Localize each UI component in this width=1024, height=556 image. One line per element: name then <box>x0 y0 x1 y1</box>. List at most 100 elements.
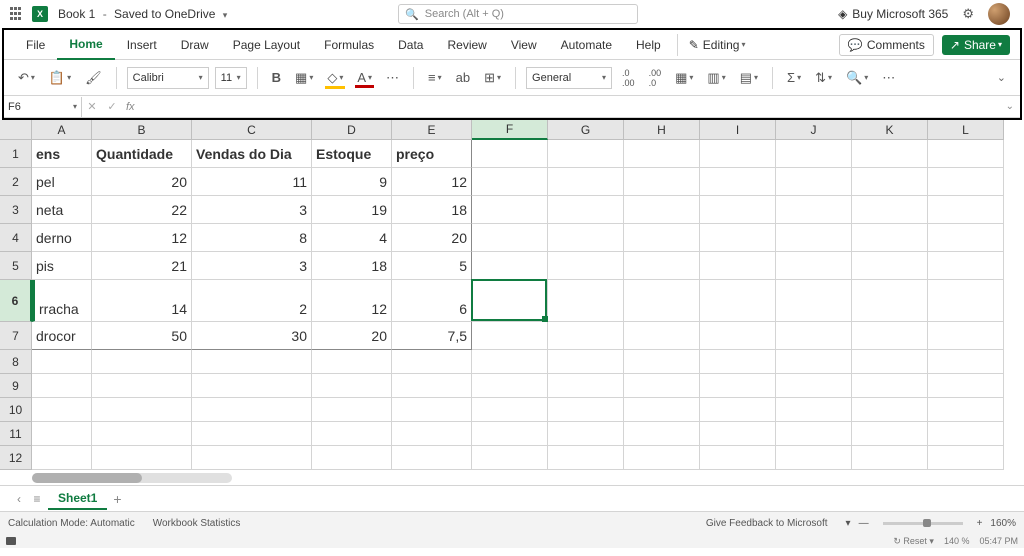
select-all-corner[interactable] <box>0 120 32 140</box>
cell-G5[interactable] <box>548 252 624 280</box>
col-header-K[interactable]: K <box>852 120 928 140</box>
col-header-H[interactable]: H <box>624 120 700 140</box>
cell-C1[interactable]: Vendas do Dia <box>192 140 312 168</box>
format-table-button[interactable]: ▥▾ <box>703 68 729 88</box>
cell-L11[interactable] <box>928 422 1004 446</box>
cell-I10[interactable] <box>700 398 776 422</box>
borders-button[interactable]: ▦▾ <box>291 68 317 88</box>
cell-A6[interactable]: rracha <box>32 280 92 322</box>
cell-C8[interactable] <box>192 350 312 374</box>
cell-E7[interactable]: 7,5 <box>392 322 472 350</box>
cell-H8[interactable] <box>624 350 700 374</box>
cell-B12[interactable] <box>92 446 192 470</box>
cell-A9[interactable] <box>32 374 92 398</box>
col-header-F[interactable]: F <box>472 120 548 140</box>
cell-E6[interactable]: 6 <box>392 280 472 322</box>
workbook-stats-button[interactable]: Workbook Statistics <box>153 518 241 529</box>
cell-K6[interactable] <box>852 280 928 322</box>
formula-bar-expand-button[interactable]: ⌄ <box>1006 101 1014 112</box>
cell-L6[interactable] <box>928 280 1004 322</box>
row-header-1[interactable]: 1 <box>0 140 32 168</box>
cell-E3[interactable]: 18 <box>392 196 472 224</box>
cell-I6[interactable] <box>700 280 776 322</box>
cell-B9[interactable] <box>92 374 192 398</box>
cell-F4[interactable] <box>472 224 548 252</box>
cell-D10[interactable] <box>312 398 392 422</box>
cell-C5[interactable]: 3 <box>192 252 312 280</box>
cell-K12[interactable] <box>852 446 928 470</box>
row-header-6[interactable]: 6 <box>0 280 32 322</box>
zoom-level[interactable]: 160% <box>990 518 1016 529</box>
cell-G4[interactable] <box>548 224 624 252</box>
wrap-text-button[interactable]: ab <box>452 68 474 87</box>
row-header-11[interactable]: 11 <box>0 422 32 446</box>
cell-J5[interactable] <box>776 252 852 280</box>
tab-help[interactable]: Help <box>624 30 673 60</box>
cell-K2[interactable] <box>852 168 928 196</box>
cell-F9[interactable] <box>472 374 548 398</box>
cell-H3[interactable] <box>624 196 700 224</box>
cell-F10[interactable] <box>472 398 548 422</box>
cell-B2[interactable]: 20 <box>92 168 192 196</box>
cell-J4[interactable] <box>776 224 852 252</box>
cell-F5[interactable] <box>472 252 548 280</box>
merge-button[interactable]: ⊞▾ <box>480 68 505 88</box>
cell-L8[interactable] <box>928 350 1004 374</box>
cell-G10[interactable] <box>548 398 624 422</box>
row-header-3[interactable]: 3 <box>0 196 32 224</box>
cell-G1[interactable] <box>548 140 624 168</box>
cell-D6[interactable]: 12 <box>312 280 392 322</box>
cell-I4[interactable] <box>700 224 776 252</box>
tab-automate[interactable]: Automate <box>549 30 624 60</box>
col-header-I[interactable]: I <box>700 120 776 140</box>
tab-data[interactable]: Data <box>386 30 435 60</box>
buy-microsoft-button[interactable]: ◈ Buy Microsoft 365 <box>838 7 948 21</box>
cell-F3[interactable] <box>472 196 548 224</box>
cell-I9[interactable] <box>700 374 776 398</box>
cell-E8[interactable] <box>392 350 472 374</box>
cell-K7[interactable] <box>852 322 928 350</box>
cell-D8[interactable] <box>312 350 392 374</box>
cell-J12[interactable] <box>776 446 852 470</box>
cell-L9[interactable] <box>928 374 1004 398</box>
cell-D1[interactable]: Estoque <box>312 140 392 168</box>
cell-A7[interactable]: drocor <box>32 322 92 350</box>
cell-L2[interactable] <box>928 168 1004 196</box>
font-size-select[interactable]: 11▾ <box>215 67 247 89</box>
cell-I11[interactable] <box>700 422 776 446</box>
cell-B6[interactable]: 14 <box>92 280 192 322</box>
cell-D3[interactable]: 19 <box>312 196 392 224</box>
cell-A11[interactable] <box>32 422 92 446</box>
cell-J7[interactable] <box>776 322 852 350</box>
gear-icon[interactable]: ⚙ <box>962 6 974 22</box>
cell-D11[interactable] <box>312 422 392 446</box>
cell-A4[interactable]: derno <box>32 224 92 252</box>
cell-E5[interactable]: 5 <box>392 252 472 280</box>
cell-F7[interactable] <box>472 322 548 350</box>
cell-F1[interactable] <box>472 140 548 168</box>
calc-mode-label[interactable]: Calculation Mode: Automatic <box>8 518 135 529</box>
row-header-8[interactable]: 8 <box>0 350 32 374</box>
cell-C3[interactable]: 3 <box>192 196 312 224</box>
cell-L12[interactable] <box>928 446 1004 470</box>
document-title[interactable]: Book 1 - Saved to OneDrive ▾ <box>58 7 227 21</box>
col-header-J[interactable]: J <box>776 120 852 140</box>
cell-D5[interactable]: 18 <box>312 252 392 280</box>
cell-H6[interactable] <box>624 280 700 322</box>
cell-E2[interactable]: 12 <box>392 168 472 196</box>
font-name-select[interactable]: Calibri▾ <box>127 67 209 89</box>
row-header-2[interactable]: 2 <box>0 168 32 196</box>
cell-A12[interactable] <box>32 446 92 470</box>
cell-styles-button[interactable]: ▤▾ <box>736 68 762 88</box>
cell-C4[interactable]: 8 <box>192 224 312 252</box>
share-button[interactable]: ↗ Share ▾ <box>942 35 1010 55</box>
cell-I8[interactable] <box>700 350 776 374</box>
cell-I2[interactable] <box>700 168 776 196</box>
cell-G12[interactable] <box>548 446 624 470</box>
all-sheets-button[interactable]: ≡ <box>28 492 46 506</box>
cell-C11[interactable] <box>192 422 312 446</box>
avatar[interactable] <box>988 3 1010 25</box>
status-caret[interactable]: ▾ <box>846 518 851 529</box>
app-launcher-icon[interactable] <box>10 7 24 21</box>
tab-review[interactable]: Review <box>435 30 498 60</box>
